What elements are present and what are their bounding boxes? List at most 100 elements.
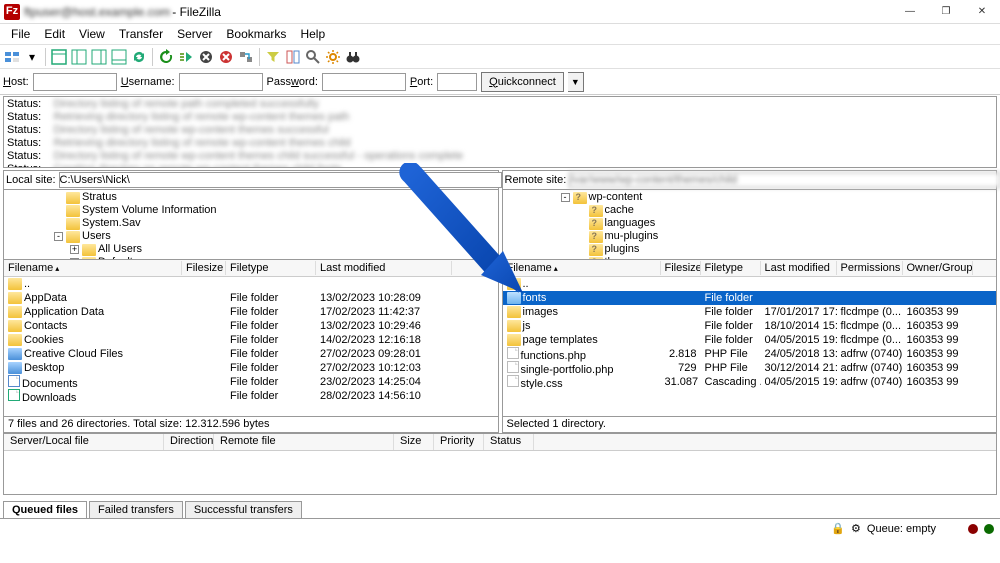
list-item[interactable]: CookiesFile folder14/02/2023 12:16:18 xyxy=(4,333,498,347)
menu-file[interactable]: File xyxy=(4,25,37,43)
parent-folder-icon xyxy=(8,278,22,290)
compare-icon[interactable] xyxy=(284,48,302,66)
list-item[interactable]: DownloadsFile folder28/02/2023 14:56:10 xyxy=(4,389,498,403)
sync-icon[interactable] xyxy=(130,48,148,66)
folder-icon xyxy=(589,244,603,256)
local-pane: Local site: ▼ StratusSystem Volume Infor… xyxy=(3,170,499,433)
tree-item[interactable]: languages xyxy=(505,217,995,230)
password-input[interactable] xyxy=(322,73,406,91)
folder-icon xyxy=(8,348,22,360)
queue-header[interactable]: Server/Local file Direction Remote file … xyxy=(4,434,996,451)
tree-item[interactable]: mu-plugins xyxy=(505,230,995,243)
collapse-icon[interactable]: - xyxy=(561,193,570,202)
local-list-header[interactable]: Filename▴ Filesize Filetype Last modifie… xyxy=(4,260,498,277)
menu-server[interactable]: Server xyxy=(170,25,219,43)
gear-icon[interactable]: ⚙ xyxy=(851,522,861,535)
username-input[interactable] xyxy=(179,73,263,91)
file-icon xyxy=(507,375,519,387)
list-item[interactable]: imagesFile folder17/01/2017 17:...flcdmp… xyxy=(503,305,997,319)
menu-view[interactable]: View xyxy=(72,25,112,43)
disconnect-icon[interactable] xyxy=(217,48,235,66)
username-label: Username: xyxy=(121,76,175,88)
local-site-label: Local site: xyxy=(6,174,56,186)
list-item[interactable]: ContactsFile folder13/02/2023 10:29:46 xyxy=(4,319,498,333)
reconnect-icon[interactable] xyxy=(237,48,255,66)
toolbar: ▾ xyxy=(0,44,1000,69)
search-icon[interactable] xyxy=(304,48,322,66)
port-input[interactable] xyxy=(437,73,477,91)
download-icon xyxy=(8,389,20,401)
remote-file-list[interactable]: ..fontsFile folderimagesFile folder17/01… xyxy=(503,277,997,389)
list-item[interactable]: .. xyxy=(503,277,997,291)
remote-path-input[interactable] xyxy=(569,172,1000,188)
activity-indicator-2 xyxy=(984,524,994,534)
transfer-queue[interactable]: Server/Local file Direction Remote file … xyxy=(3,433,997,495)
menu-bookmarks[interactable]: Bookmarks xyxy=(219,25,293,43)
folder-icon xyxy=(589,231,603,243)
refresh-icon[interactable] xyxy=(157,48,175,66)
list-item[interactable]: AppDataFile folder13/02/2023 10:28:09 xyxy=(4,291,498,305)
remote-pane: Remote site: ▼ -wp-contentcachelanguages… xyxy=(502,170,998,433)
tree-item-label: Stratus xyxy=(82,191,117,204)
remote-list-header[interactable]: Filename▴ Filesize Filetype Last modifie… xyxy=(503,260,997,277)
tab-successful-transfers[interactable]: Successful transfers xyxy=(185,501,302,518)
sort-asc-icon: ▴ xyxy=(55,264,59,273)
quickconnect-button[interactable]: Quickconnect xyxy=(481,72,564,92)
password-label: Password: xyxy=(267,76,318,88)
list-item[interactable]: single-portfolio.php729PHP File30/12/201… xyxy=(503,361,997,375)
quickconnect-dropdown[interactable]: ▼ xyxy=(568,72,584,92)
tree-item[interactable]: plugins xyxy=(505,243,995,256)
folder-icon xyxy=(507,306,521,318)
tree-item[interactable]: System Volume Information xyxy=(6,204,496,217)
list-item[interactable]: jsFile folder18/10/2014 15:...flcdmpe (0… xyxy=(503,319,997,333)
folder-icon xyxy=(8,362,22,374)
list-item[interactable]: DocumentsFile folder23/02/2023 14:25:04 xyxy=(4,375,498,389)
close-button[interactable]: ✕ xyxy=(964,0,1000,24)
tab-failed-transfers[interactable]: Failed transfers xyxy=(89,501,183,518)
sitemanager-icon[interactable] xyxy=(3,48,21,66)
remote-tree[interactable]: -wp-contentcachelanguagesmu-pluginsplugi… xyxy=(503,190,997,260)
list-item[interactable]: fontsFile folder xyxy=(503,291,997,305)
folder-icon xyxy=(66,218,80,230)
toggle-queue-icon[interactable] xyxy=(110,48,128,66)
local-file-list[interactable]: ..AppDataFile folder13/02/2023 10:28:09A… xyxy=(4,277,498,403)
menu-help[interactable]: Help xyxy=(293,25,332,43)
tree-item[interactable]: +All Users xyxy=(6,243,496,256)
cancel-icon[interactable] xyxy=(197,48,215,66)
tree-item[interactable]: -Users xyxy=(6,230,496,243)
list-item[interactable]: functions.php2.818PHP File24/05/2018 13:… xyxy=(503,347,997,361)
minimize-button[interactable]: — xyxy=(892,0,928,24)
message-log[interactable]: Status: Directory listing of remote path… xyxy=(3,96,997,168)
host-input[interactable] xyxy=(33,73,117,91)
tree-item[interactable]: Stratus xyxy=(6,191,496,204)
list-item[interactable]: .. xyxy=(4,277,498,291)
list-item[interactable]: Application DataFile folder17/02/2023 11… xyxy=(4,305,498,319)
tree-item[interactable]: System.Sav xyxy=(6,217,496,230)
tree-item[interactable]: cache xyxy=(505,204,995,217)
dropdown-icon[interactable]: ▾ xyxy=(23,48,41,66)
binoculars-icon[interactable] xyxy=(344,48,362,66)
tree-item-label: mu-plugins xyxy=(605,230,659,243)
collapse-icon[interactable]: - xyxy=(54,232,63,241)
local-status: 7 files and 26 directories. Total size: … xyxy=(4,416,498,432)
local-tree[interactable]: StratusSystem Volume InformationSystem.S… xyxy=(4,190,498,260)
toggle-log-icon[interactable] xyxy=(50,48,68,66)
local-path-input[interactable] xyxy=(59,172,502,188)
tree-item[interactable]: -wp-content xyxy=(505,191,995,204)
list-item[interactable]: Creative Cloud FilesFile folder27/02/202… xyxy=(4,347,498,361)
menu-transfer[interactable]: Transfer xyxy=(112,25,170,43)
list-item[interactable]: style.css31.087Cascading ...04/05/2015 1… xyxy=(503,375,997,389)
folder-icon xyxy=(82,244,96,256)
maximize-button[interactable]: ❐ xyxy=(928,0,964,24)
folder-icon xyxy=(66,231,80,243)
list-item[interactable]: page templatesFile folder04/05/2015 19:.… xyxy=(503,333,997,347)
settings-icon[interactable] xyxy=(324,48,342,66)
tab-queued-files[interactable]: Queued files xyxy=(3,501,87,518)
filter-icon[interactable] xyxy=(264,48,282,66)
toggle-remote-tree-icon[interactable] xyxy=(90,48,108,66)
menu-edit[interactable]: Edit xyxy=(37,25,72,43)
toggle-tree-icon[interactable] xyxy=(70,48,88,66)
list-item[interactable]: DesktopFile folder27/02/2023 10:12:03 xyxy=(4,361,498,375)
expand-icon[interactable]: + xyxy=(70,245,79,254)
process-queue-icon[interactable] xyxy=(177,48,195,66)
